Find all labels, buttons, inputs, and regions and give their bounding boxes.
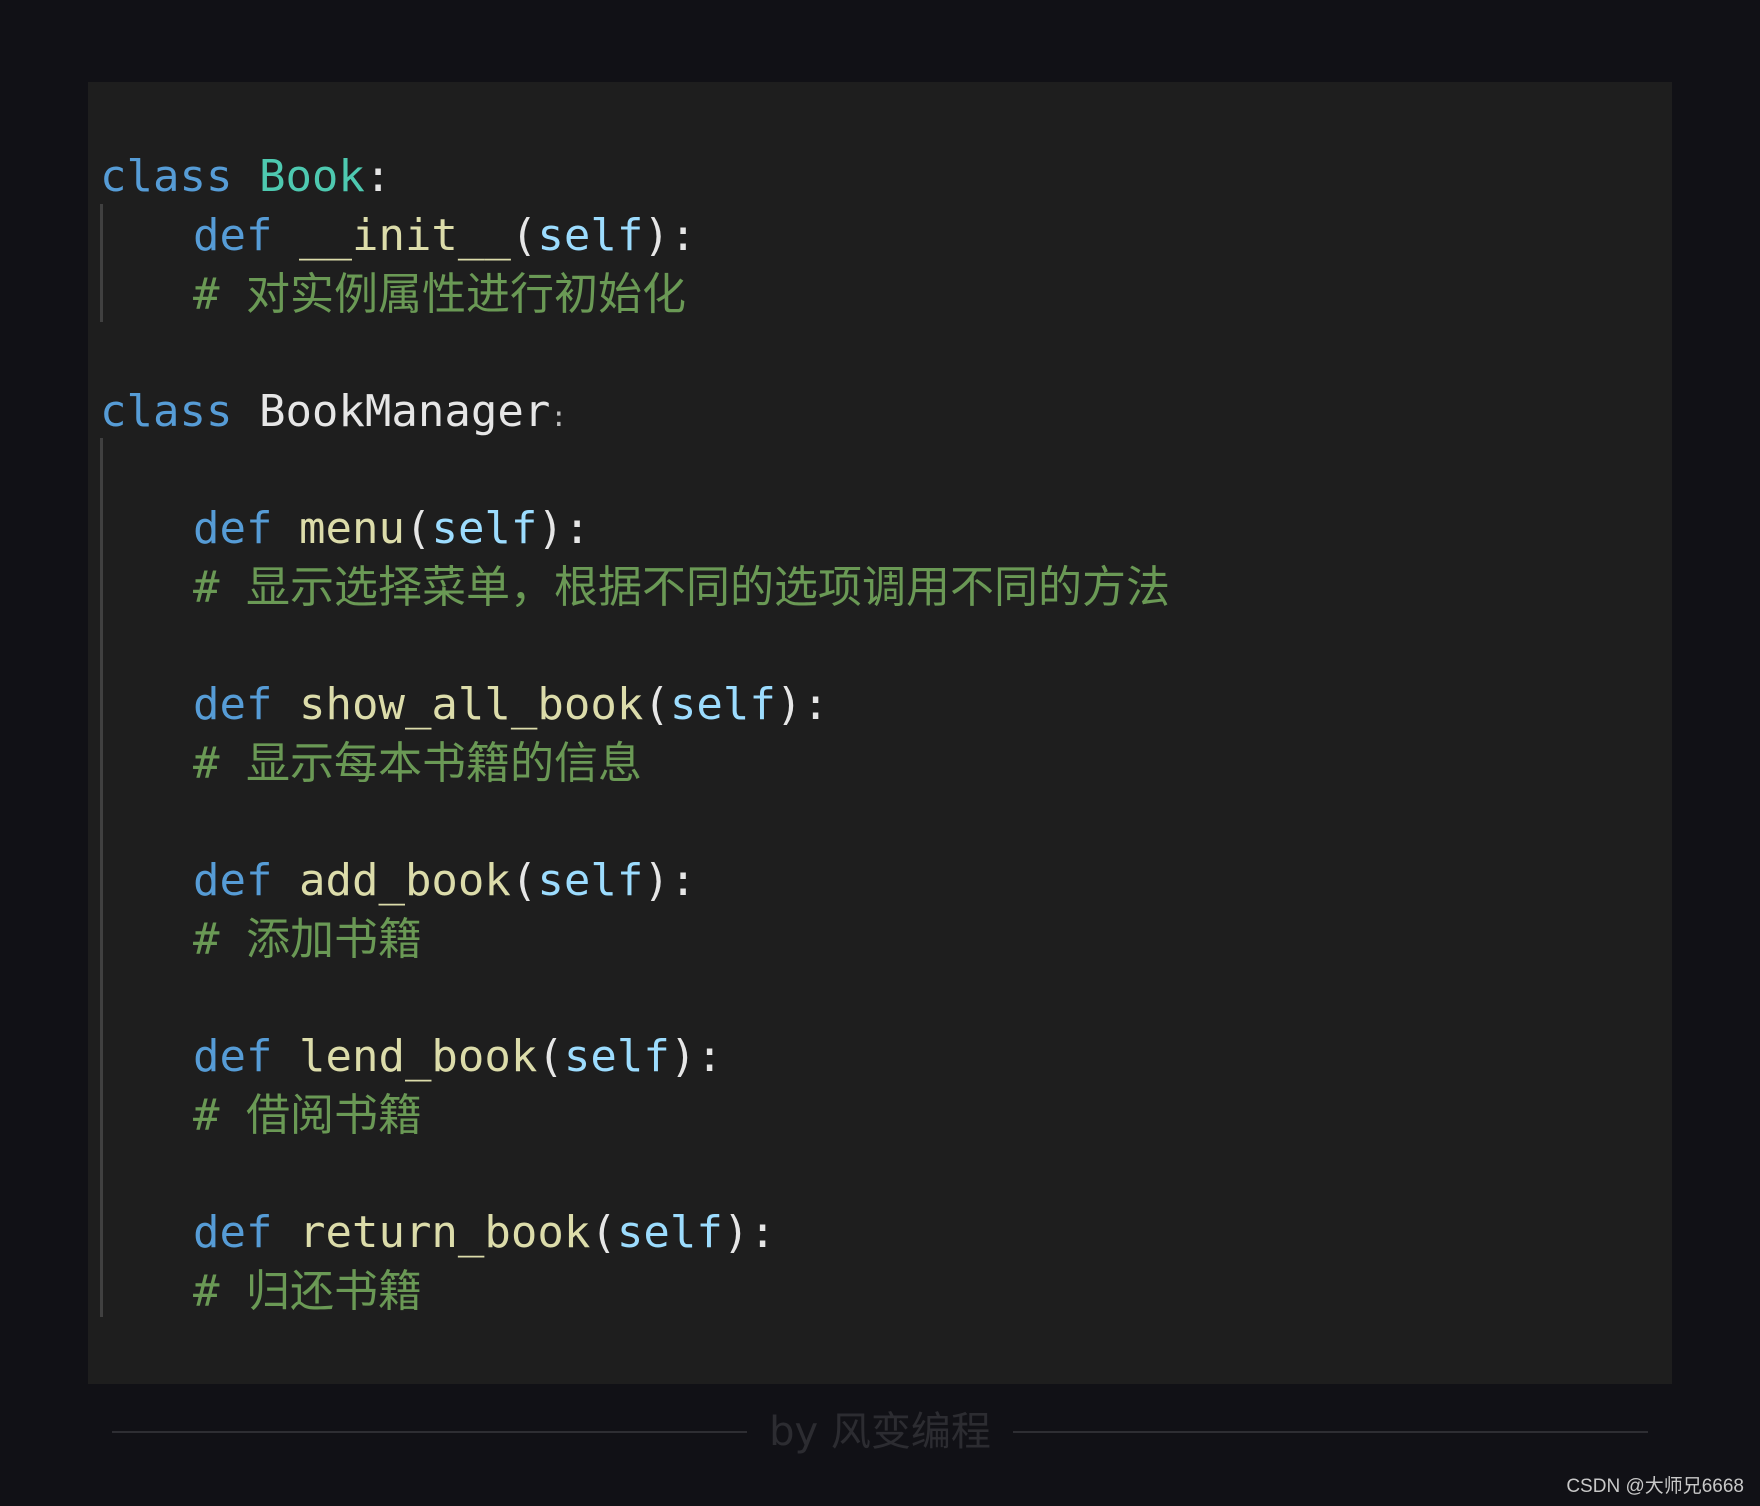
footer-credit-wrap: by 风变编程 [0,1404,1760,1460]
code-comment: # 对实例属性进行初始化 [193,269,686,320]
paren-open: ( [510,210,538,261]
function-name: __init__ [298,210,511,261]
keyword-class: class [100,386,233,437]
indent-guide [100,438,103,1317]
param-self: self [616,1207,723,1258]
paren-close: ): [537,503,591,554]
paren-open: ( [510,855,538,906]
paren-open: ( [590,1207,617,1258]
keyword-def: def [193,1207,273,1258]
function-name: add_book [298,855,511,906]
code-comment: # 显示每本书籍的信息 [193,738,642,789]
paren-open: ( [404,503,432,554]
keyword-def: def [193,1031,273,1082]
param-self: self [669,679,776,730]
colon: : [550,400,568,433]
code-line-class-book: class Book: [100,148,391,206]
param-self: self [537,210,644,261]
keyword-def: def [193,210,273,261]
indent-guide [100,204,103,322]
function-name: return_book [298,1207,591,1258]
paren-open: ( [537,1031,564,1082]
keyword-def: def [193,503,273,554]
code-line-def-show-all-book: def show_all_book(self): [193,676,829,734]
code-comment: # 归还书籍 [193,1266,422,1317]
code-block: class Book: def __init__(self): # 对实例属性进… [88,82,1672,1384]
code-line-def-lend-book: def lend_book(self): [193,1028,723,1086]
class-name: Book [258,151,365,202]
code-line-class-bookmanager: class BookManager: [100,383,567,441]
code-line-def-menu: def menu(self): [193,500,590,558]
param-self: self [537,855,644,906]
param-self: self [563,1031,670,1082]
code-comment: # 显示选择菜单，根据不同的选项调用不同的方法 [193,562,1170,613]
class-name: BookManager [258,386,551,437]
code-line-def-return-book: def return_book(self): [193,1204,776,1262]
function-name: show_all_book [298,679,644,730]
function-name: menu [298,503,405,554]
footer-credit: by 风变编程 [747,1409,1013,1455]
keyword-def: def [193,855,273,906]
colon: : [364,151,392,202]
code-line-def-init: def __init__(self): [193,207,696,265]
function-name: lend_book [298,1031,538,1082]
csdn-watermark: CSDN @大师兄6668 [1566,1476,1744,1497]
code-comment: # 添加书籍 [193,914,422,965]
paren-close: ): [643,855,697,906]
paren-close: ): [775,679,829,730]
paren-close: ): [669,1031,723,1082]
keyword-class: class [100,151,233,202]
keyword-def: def [193,679,273,730]
code-line-def-add-book: def add_book(self): [193,852,696,910]
paren-close: ): [722,1207,776,1258]
paren-close: ): [643,210,697,261]
param-self: self [431,503,538,554]
code-comment: # 借阅书籍 [193,1090,422,1141]
paren-open: ( [643,679,670,730]
